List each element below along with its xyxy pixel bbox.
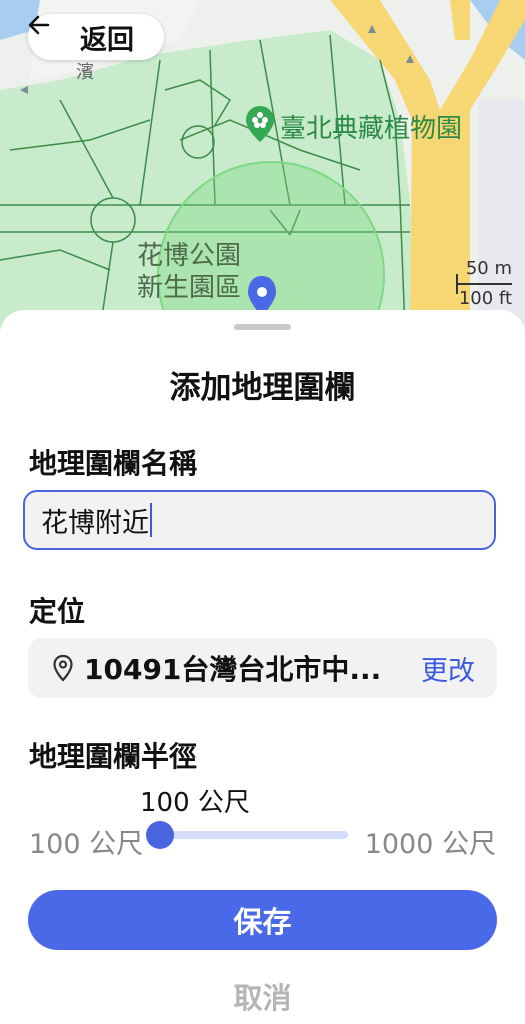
geofence-sheet: 添加地理圍欄 地理圍欄名稱 花博附近 定位 10491台灣台北市中... 更改 … bbox=[0, 310, 525, 1024]
radius-max-label: 1000 公尺 bbox=[364, 829, 496, 860]
area-label: 花博公園 新生園區 bbox=[137, 240, 241, 304]
map-view[interactable]: 臺北典藏植物園 花博公園 新生園區 濱 50 m 100 ft 返回 bbox=[0, 0, 525, 330]
geofence-name-input[interactable]: 花博附近 bbox=[23, 490, 496, 550]
save-button[interactable]: 保存 bbox=[28, 890, 497, 950]
location-address: 10491台灣台北市中... bbox=[84, 653, 382, 686]
botanical-garden-pin-icon bbox=[246, 106, 274, 142]
geofence-name-value: 花博附近 bbox=[41, 507, 149, 539]
text-caret bbox=[150, 503, 152, 537]
cancel-button[interactable]: 取消 bbox=[0, 975, 525, 1017]
slider-track[interactable] bbox=[160, 831, 348, 839]
road-label: 濱 bbox=[76, 62, 94, 83]
back-label: 返回 bbox=[80, 24, 134, 56]
area-label-line2: 新生園區 bbox=[137, 273, 242, 303]
radius-label: 地理圍欄半徑 bbox=[29, 740, 198, 773]
location-field[interactable]: 10491台灣台北市中... 更改 bbox=[28, 638, 497, 698]
location-label: 定位 bbox=[29, 595, 86, 628]
map-scale: 50 m 100 ft bbox=[452, 258, 514, 310]
slider-thumb[interactable] bbox=[146, 821, 174, 849]
radius-min-label: 100 公尺 bbox=[29, 829, 144, 860]
name-label: 地理圍欄名稱 bbox=[29, 447, 198, 480]
location-pin-icon bbox=[52, 654, 74, 682]
arrow-left-icon bbox=[28, 15, 72, 50]
radius-value: 100 公尺 bbox=[140, 788, 250, 818]
area-label-line1: 花博公園 bbox=[137, 241, 242, 271]
radius-slider[interactable] bbox=[146, 821, 348, 849]
scale-imperial: 100 ft bbox=[458, 288, 512, 309]
drag-handle[interactable] bbox=[234, 324, 291, 330]
sheet-title: 添加地理圍欄 bbox=[169, 370, 356, 406]
scale-metric: 50 m bbox=[465, 258, 512, 279]
poi-label[interactable]: 臺北典藏植物園 bbox=[280, 108, 462, 145]
change-location-button[interactable]: 更改 bbox=[421, 649, 475, 688]
back-button[interactable]: 返回 bbox=[28, 14, 164, 60]
